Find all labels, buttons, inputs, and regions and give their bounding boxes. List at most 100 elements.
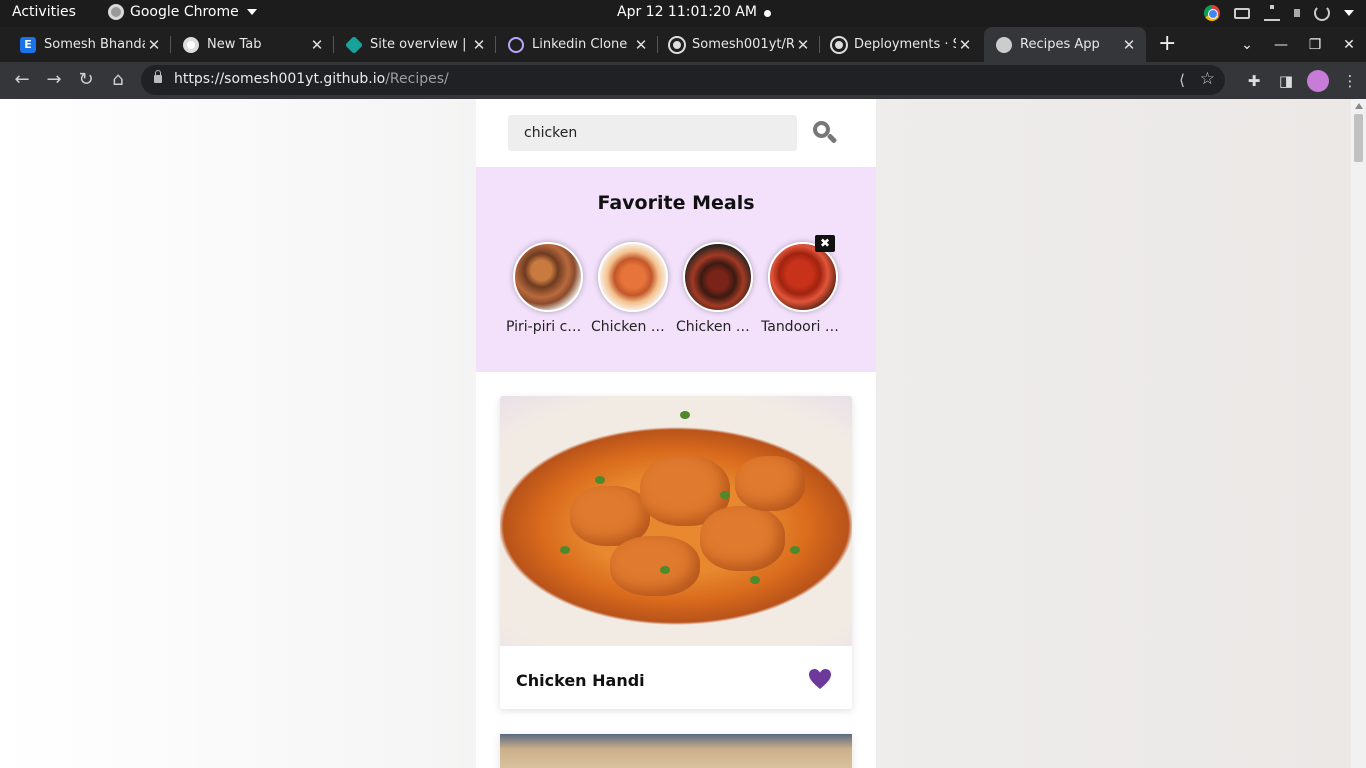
url-host: https://somesh001yt.github.io: [174, 71, 386, 87]
favorite-meal-item[interactable]: Tandoori chicken ✖: [761, 235, 841, 342]
profile-avatar[interactable]: [1307, 69, 1329, 92]
close-icon[interactable]: ✕: [470, 36, 488, 54]
window-controls: ⌄ — ❐ ✕: [1230, 27, 1366, 62]
maximize-icon[interactable]: ❐: [1298, 37, 1332, 53]
scrollbar-thumb[interactable]: [1354, 114, 1363, 162]
meal-thumbnail[interactable]: [513, 242, 583, 312]
search-input[interactable]: [508, 115, 797, 151]
search-icon-handle: [826, 133, 838, 144]
url-text[interactable]: https://somesh001yt.github.io/Recipes/: [174, 71, 449, 87]
extensions-icon[interactable]: ✚: [1238, 72, 1270, 90]
recipes-app: Favorite Meals Piri-piri chicken and sla…: [476, 99, 876, 768]
meal-thumbnail[interactable]: [683, 242, 753, 312]
screen-icon[interactable]: [1234, 7, 1250, 19]
herb-garnish: [595, 476, 605, 484]
close-icon[interactable]: ✕: [1120, 36, 1138, 54]
power-icon[interactable]: [1314, 5, 1330, 21]
netlify-icon: [344, 35, 364, 54]
network-icon[interactable]: [1264, 5, 1280, 21]
meal-image: [500, 734, 852, 768]
app-name-label: Google Chrome: [130, 4, 239, 20]
tab-title: Site overview | link: [370, 37, 470, 52]
new-tab-button[interactable]: +: [1158, 31, 1176, 56]
favorite-meal-name: Chicken Congee: [676, 319, 756, 335]
tab-recipes-app[interactable]: Recipes App ✕: [984, 27, 1146, 62]
meal-thumbnail[interactable]: [768, 242, 838, 312]
food-piece: [700, 506, 785, 571]
tab-site-overview[interactable]: Site overview | link ✕: [334, 27, 496, 62]
favorite-meal-item[interactable]: Chicken Couscous: [591, 242, 671, 342]
e-icon: E: [20, 36, 36, 53]
url-path: /Recipes/: [385, 71, 449, 87]
chevron-down-icon[interactable]: [1344, 10, 1354, 16]
food-piece: [735, 456, 805, 511]
react-icon: [508, 36, 524, 53]
chrome-icon: [183, 36, 199, 53]
favorite-meal-item[interactable]: Chicken Congee: [676, 242, 756, 342]
tab-title: New Tab: [207, 37, 262, 52]
tab-somesh-bhandari[interactable]: E Somesh Bhandari ✕: [8, 27, 171, 62]
tab-search-chevron-icon[interactable]: ⌄: [1230, 37, 1264, 53]
back-arrow-icon[interactable]: ←: [10, 68, 34, 92]
favorite-meal-name: Piri-piri chicken and slaw: [506, 319, 586, 335]
herb-garnish: [720, 491, 730, 499]
search-button[interactable]: [810, 118, 840, 148]
activities-button[interactable]: Activities: [12, 4, 76, 20]
favorite-meal-item[interactable]: Piri-piri chicken and slaw: [506, 242, 586, 342]
browser-toolbar: ← → ↻ ⌂ https://somesh001yt.github.io/Re…: [0, 62, 1366, 99]
share-icon[interactable]: ⟨: [1179, 71, 1185, 89]
favorite-meals-title: Favorite Meals: [597, 192, 755, 214]
meal-name: Chicken Handi: [516, 671, 645, 690]
app-menu[interactable]: Google Chrome: [108, 4, 257, 20]
lock-icon[interactable]: [154, 70, 162, 83]
tab-github-repo[interactable]: Somesh001yt/Re ✕: [658, 27, 820, 62]
meal-image: [500, 396, 852, 646]
star-icon[interactable]: ☆: [1200, 69, 1215, 89]
close-icon[interactable]: ✕: [308, 36, 326, 54]
close-icon[interactable]: ✕: [145, 36, 163, 54]
close-icon[interactable]: ✕: [794, 36, 812, 54]
tab-title: Somesh001yt/Re: [692, 37, 794, 52]
close-window-icon[interactable]: ✕: [1332, 37, 1366, 53]
github-icon: [670, 37, 684, 52]
herb-garnish: [790, 546, 800, 554]
meal-body: Chicken Handi: [500, 646, 852, 709]
favorite-heart-button[interactable]: [808, 668, 832, 690]
minimize-icon[interactable]: —: [1264, 37, 1298, 53]
scroll-up-arrow-icon[interactable]: [1355, 103, 1363, 109]
more-menu-icon[interactable]: ⋮: [1334, 72, 1366, 90]
globe-icon: [996, 36, 1012, 53]
tab-linkedin-clone[interactable]: Linkedin Clone ✕: [496, 27, 658, 62]
side-panel-icon[interactable]: ◨: [1270, 72, 1302, 90]
favorite-meals-list: Piri-piri chicken and slaw Chicken Cousc…: [506, 235, 846, 352]
chrome-app-icon: [108, 4, 124, 20]
close-icon[interactable]: ✕: [956, 36, 974, 54]
herb-garnish: [750, 576, 760, 584]
reload-icon[interactable]: ↻: [74, 68, 98, 92]
heart-icon: [809, 669, 831, 689]
forward-arrow-icon[interactable]: →: [42, 68, 66, 92]
github-icon: [832, 37, 846, 52]
food-piece: [610, 536, 700, 596]
herb-garnish: [560, 546, 570, 554]
favorite-meal-name: Chicken Couscous: [591, 319, 671, 335]
notification-dot-icon: [764, 10, 771, 17]
chrome-tray-icon[interactable]: [1204, 5, 1220, 21]
page-scrollbar[interactable]: [1351, 99, 1366, 768]
toolbar-actions: ✚ ◨ ⋮: [1238, 62, 1366, 99]
tab-new-tab[interactable]: New Tab ✕: [171, 27, 334, 62]
close-icon[interactable]: ✕: [632, 36, 650, 54]
page-viewport: Favorite Meals Piri-piri chicken and sla…: [0, 99, 1351, 768]
tab-deployments[interactable]: Deployments · So ✕: [820, 27, 982, 62]
address-bar[interactable]: https://somesh001yt.github.io/Recipes/ ⟨…: [141, 65, 1225, 95]
home-icon[interactable]: ⌂: [106, 68, 130, 92]
volume-icon[interactable]: [1294, 9, 1300, 17]
clock[interactable]: Apr 12 11:01:20 AM: [617, 4, 757, 20]
favorite-meal-name: Tandoori chicken: [761, 319, 841, 335]
herb-garnish: [660, 566, 670, 574]
meal-thumbnail[interactable]: [598, 242, 668, 312]
chevron-down-icon: [246, 9, 257, 15]
tab-title: Linkedin Clone: [532, 37, 628, 52]
system-tray[interactable]: [1204, 5, 1354, 21]
remove-favorite-close-icon[interactable]: ✖: [815, 235, 835, 252]
